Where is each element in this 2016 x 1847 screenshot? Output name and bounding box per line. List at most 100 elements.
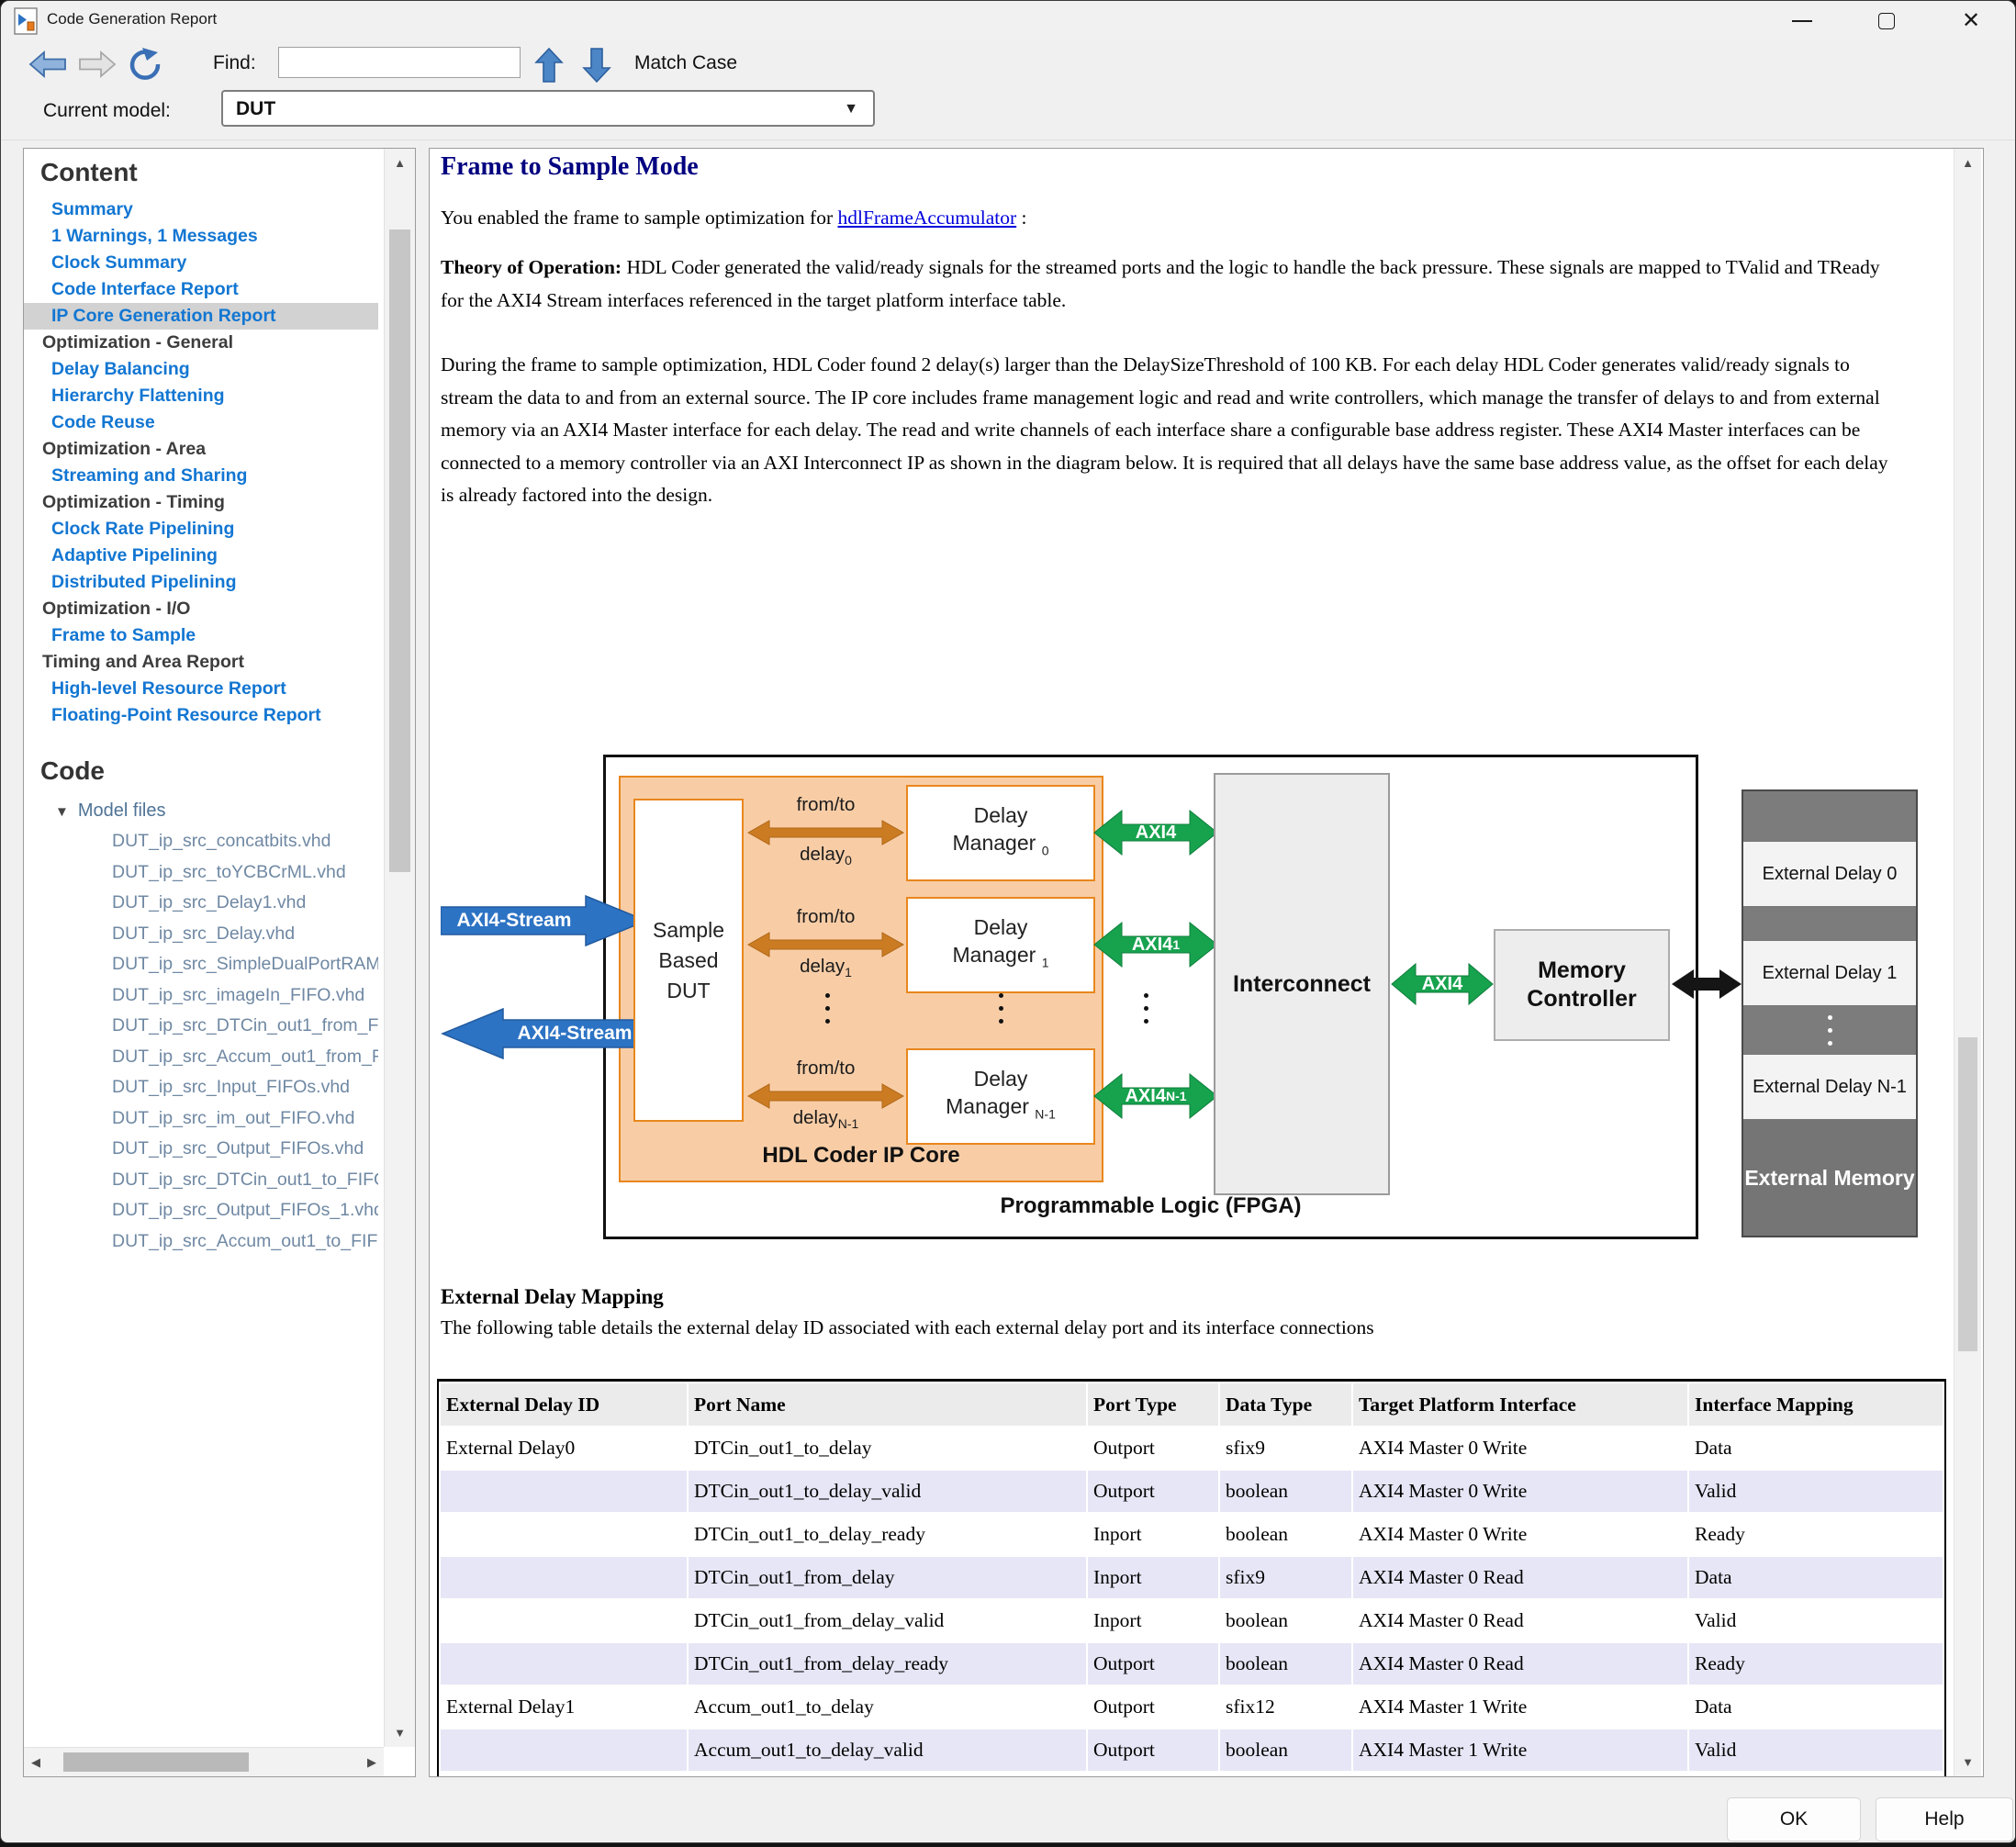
sidebar-item[interactable]: Streaming and Sharing — [24, 463, 378, 489]
col-external-delay-id: External Delay ID — [441, 1383, 687, 1426]
sidebar-item[interactable]: Delay Balancing — [24, 356, 378, 383]
sidebar-item[interactable]: IP Core Generation Report — [24, 303, 378, 330]
model-file-link[interactable]: DUT_ip_src_DTCin_out1_from_FIFO.vhd — [24, 1011, 378, 1042]
app-icon — [14, 7, 38, 35]
help-button[interactable]: Help — [1876, 1797, 2013, 1841]
sidebar-item[interactable]: Optimization - General — [24, 330, 378, 356]
external-delay-mapping-intro: The following table details the external… — [441, 1316, 1374, 1339]
cell-port-type: Outport — [1088, 1643, 1218, 1685]
sidebar-item[interactable]: Clock Summary — [24, 250, 378, 276]
sidebar-item[interactable]: Frame to Sample — [24, 622, 378, 649]
close-icon: ✕ — [1962, 10, 1980, 32]
model-file-link[interactable]: DUT_ip_src_im_out_FIFO.vhd — [24, 1103, 378, 1135]
scroll-up-icon[interactable]: ▲ — [385, 156, 415, 170]
table-header-row: External Delay ID Port Name Port Type Da… — [441, 1383, 1943, 1426]
forward-icon[interactable] — [78, 49, 117, 80]
cell-interface-mapping: Data — [1689, 1686, 1943, 1728]
model-file-link[interactable]: DUT_ip_src_imageIn_FIFO.vhd — [24, 980, 378, 1012]
sidebar-item[interactable]: Adaptive Pipelining — [24, 543, 378, 569]
model-file-link[interactable]: DUT_ip_src_DTCin_out1_to_FIFO.vhd — [24, 1165, 378, 1196]
sidebar-item[interactable]: Optimization - Timing — [24, 489, 378, 516]
refresh-icon[interactable] — [128, 47, 164, 82]
model-file-link[interactable]: DUT_ip_src_toYCBCrML.vhd — [24, 857, 378, 889]
sidebar-item[interactable]: High-level Resource Report — [24, 676, 378, 702]
cell-port-name: Accum_out1_to_delay_valid — [689, 1729, 1086, 1771]
scroll-right-icon[interactable]: ▶ — [367, 1755, 376, 1770]
model-file-link[interactable]: DUT_ip_src_Accum_out1_to_FIFO.vhd — [24, 1226, 378, 1258]
back-icon[interactable] — [28, 49, 67, 80]
find-input[interactable] — [278, 47, 521, 78]
close-button[interactable]: ✕ — [1942, 1, 2000, 41]
axi4-arrow-1-label: AXI41 — [1092, 921, 1219, 968]
sidebar-item[interactable]: Optimization - Area — [24, 436, 378, 463]
cell-target-platform-interface: AXI4 Master 0 Write — [1353, 1427, 1687, 1469]
cell-data-type: boolean — [1220, 1471, 1351, 1512]
find-previous-icon[interactable] — [534, 47, 564, 84]
cell-data-type: boolean — [1220, 1600, 1351, 1641]
model-files-group[interactable]: ▼Model files — [24, 795, 378, 826]
model-file-link[interactable]: DUT_ip_src_Output_FIFOs.vhd — [24, 1134, 378, 1165]
sidebar-item[interactable]: Code Interface Report — [24, 276, 378, 303]
sidebar-item[interactable]: Floating-Point Resource Report — [24, 702, 378, 729]
axi4-mc-label: AXI4 — [1379, 960, 1506, 1008]
find-next-icon[interactable] — [582, 47, 611, 84]
cell-port-name: DTCin_out1_from_delay_valid — [689, 1600, 1086, 1641]
ellipsis-dots — [813, 993, 841, 1024]
sidebar-horizontal-scroll-thumb[interactable] — [63, 1752, 249, 1772]
fromto-label-0: from/to — [747, 794, 904, 816]
sidebar-horizontal-scrollbar[interactable]: ◀ ▶ — [24, 1747, 384, 1776]
cell-port-name: Accum_out1_to_delay — [689, 1686, 1086, 1728]
cell-data-type: sfix9 — [1220, 1427, 1351, 1469]
sidebar-item[interactable]: Hierarchy Flattening — [24, 383, 378, 409]
scroll-down-icon[interactable]: ▼ — [1954, 1755, 1981, 1769]
cell-external-delay-id — [441, 1600, 687, 1641]
sidebar-item[interactable]: Timing and Area Report — [24, 649, 378, 676]
interconnect-box: Interconnect — [1214, 773, 1390, 1195]
model-file-link[interactable]: DUT_ip_src_Delay1.vhd — [24, 888, 378, 919]
model-file-link[interactable]: DUT_ip_src_SimpleDualPortRAM.vhd — [24, 949, 378, 980]
minimize-button[interactable] — [1773, 1, 1831, 41]
cell-port-type: Outport — [1088, 1471, 1218, 1512]
external-delay-n1: External Delay N-1 — [1743, 1054, 1916, 1120]
col-port-type: Port Type — [1088, 1383, 1218, 1426]
cell-external-delay-id — [441, 1471, 687, 1512]
scroll-up-icon[interactable]: ▲ — [1954, 156, 1981, 170]
cell-external-delay-id — [441, 1514, 687, 1555]
ok-button[interactable]: OK — [1727, 1797, 1861, 1841]
sidebar-item[interactable]: Clock Rate Pipelining — [24, 516, 378, 543]
cell-target-platform-interface: AXI4 Master 1 Write — [1353, 1773, 1687, 1777]
sidebar-item[interactable]: Summary — [24, 196, 378, 223]
model-file-link[interactable]: DUT_ip_src_Input_FIFOs.vhd — [24, 1072, 378, 1103]
theory-paragraph: Theory of Operation: HDL Coder generated… — [441, 252, 1884, 317]
hdlframeaccumulator-link[interactable]: hdlFrameAccumulator — [838, 207, 1017, 229]
model-file-link[interactable]: DUT_ip_src_Accum_out1_from_FIFO.vhd — [24, 1042, 378, 1073]
cell-interface-mapping: Valid — [1689, 1600, 1943, 1641]
table-row: External Delay1 Accum_out1_to_delay Outp… — [441, 1686, 1943, 1728]
match-case-toggle[interactable]: Match Case — [634, 52, 737, 74]
page-title: Frame to Sample Mode — [441, 152, 699, 182]
sidebar-item[interactable]: 1 Warnings, 1 Messages — [24, 223, 378, 250]
cell-interface-mapping: Ready — [1689, 1643, 1943, 1685]
external-delay-0: External Delay 0 — [1743, 841, 1916, 907]
table-row: DTCin_out1_to_delay_valid Outport boolea… — [441, 1471, 1943, 1512]
model-file-link[interactable]: DUT_ip_src_Output_FIFOs_1.vhd — [24, 1195, 378, 1226]
scroll-down-icon[interactable]: ▼ — [385, 1726, 415, 1740]
ip-core-label: HDL Coder IP Core — [619, 1143, 1103, 1169]
scroll-left-icon[interactable]: ◀ — [31, 1755, 40, 1770]
main-vertical-scroll-thumb[interactable] — [1958, 1037, 1977, 1351]
cell-target-platform-interface: AXI4 Master 0 Write — [1353, 1471, 1687, 1512]
ellipsis-dots — [1828, 1015, 1832, 1046]
sidebar-vertical-scroll-thumb[interactable] — [389, 229, 410, 872]
sidebar-item[interactable]: Distributed Pipelining — [24, 569, 378, 596]
current-model-dropdown[interactable]: DUT ▼ — [221, 90, 875, 127]
sidebar-vertical-scrollbar[interactable]: ▲ ▼ — [384, 149, 415, 1747]
fpga-label: Programmable Logic (FPGA) — [603, 1193, 1698, 1219]
sidebar-item[interactable]: Code Reuse — [24, 409, 378, 436]
sidebar-item[interactable]: Optimization - I/O — [24, 596, 378, 622]
cell-port-type: Inport — [1088, 1557, 1218, 1598]
model-file-link[interactable]: DUT_ip_src_concatbits.vhd — [24, 826, 378, 857]
maximize-button[interactable] — [1857, 1, 1916, 41]
main-vertical-scrollbar[interactable]: ▲ ▼ — [1954, 149, 1981, 1776]
model-file-link[interactable]: DUT_ip_src_Delay.vhd — [24, 919, 378, 950]
cell-target-platform-interface: AXI4 Master 1 Write — [1353, 1686, 1687, 1728]
